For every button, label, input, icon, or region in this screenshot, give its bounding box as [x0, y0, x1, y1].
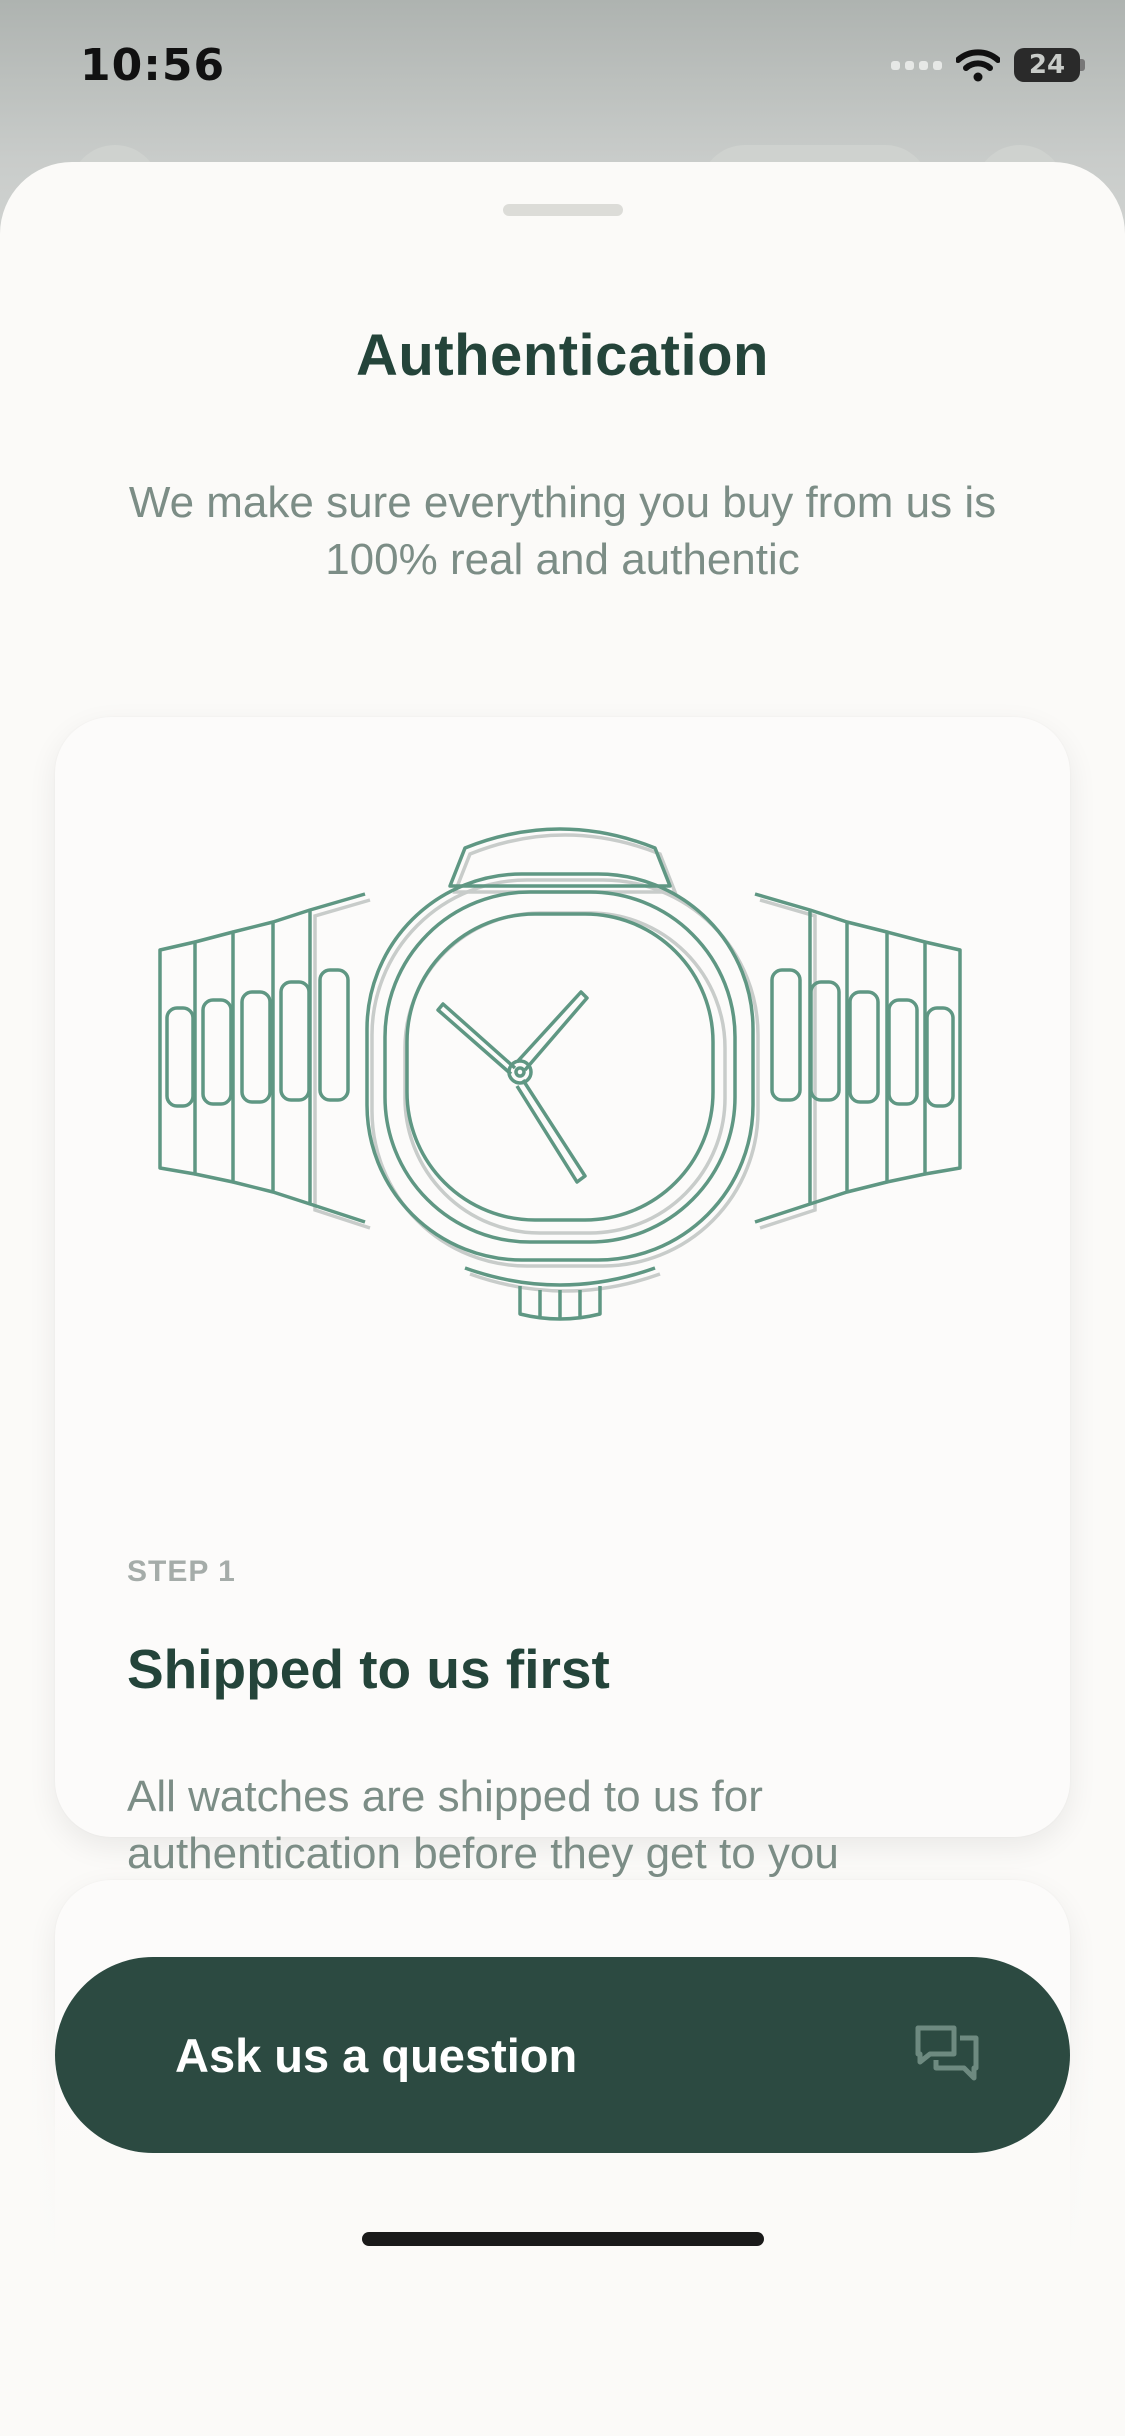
status-icons: 24	[891, 48, 1085, 82]
battery-level: 24	[1014, 48, 1080, 82]
battery-icon: 24	[1014, 48, 1085, 82]
home-indicator[interactable]	[362, 2232, 764, 2246]
step-label: STEP 1	[127, 1555, 236, 1588]
watch-illustration	[158, 827, 962, 1321]
ask-question-label: Ask us a question	[175, 2028, 578, 2082]
ask-question-button[interactable]: Ask us a question	[55, 1957, 1070, 2153]
step-title: Shipped to us first	[127, 1638, 610, 1700]
step-description: All watches are shipped to us for authen…	[127, 1772, 839, 1878]
status-time: 10:56	[80, 40, 226, 91]
chat-bubbles-icon	[915, 2025, 979, 2081]
signal-icon	[891, 60, 942, 70]
step-card-1: STEP 1 Shipped to us first All watches a…	[55, 717, 1070, 1878]
status-bar: 10:56 24	[0, 0, 1125, 140]
wifi-icon	[956, 49, 1000, 82]
sheet-grabber[interactable]	[503, 204, 623, 216]
sheet-title: Authentication	[356, 323, 769, 388]
sheet-subtitle: We make sure everything you buy from us …	[128, 478, 997, 584]
